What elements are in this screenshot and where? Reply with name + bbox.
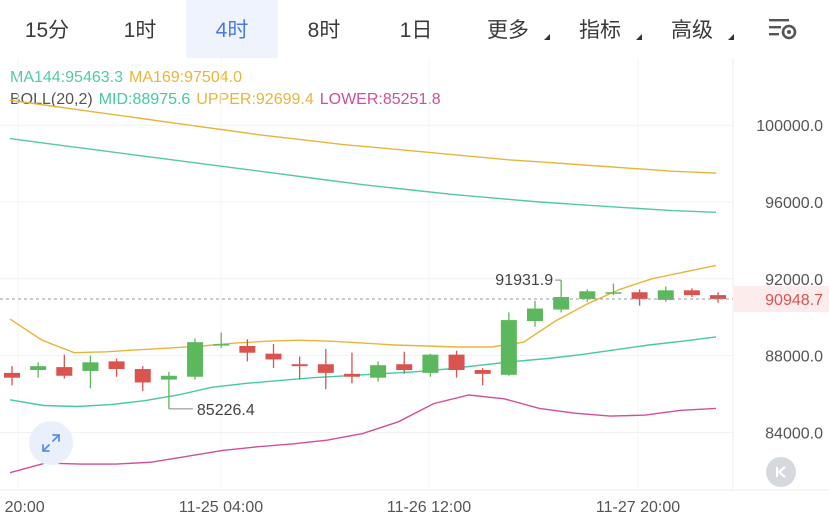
candle-body xyxy=(317,364,334,373)
y-tick-label: 84000.0 xyxy=(765,425,823,442)
x-tick-label: 11-27 20:00 xyxy=(596,499,680,516)
x-tick-label: 11-25 04:00 xyxy=(179,499,263,516)
series-line-mid xyxy=(9,336,717,408)
candle-body xyxy=(343,373,360,377)
dropdown-caret-icon xyxy=(544,34,550,40)
candle-body xyxy=(657,290,674,300)
tab-label: 1时 xyxy=(123,19,157,42)
candle-body xyxy=(527,308,543,322)
candle-body xyxy=(160,375,177,380)
tab-label: 1日 xyxy=(399,19,433,42)
series-line-lower xyxy=(9,394,717,474)
candle-body xyxy=(56,367,73,376)
tab-8h[interactable]: 8时 xyxy=(278,0,370,58)
dropdown-caret-icon xyxy=(636,34,642,40)
tab-label: 8时 xyxy=(307,19,341,42)
timeframe-tabs: 15分 1时 4时 8时 1日 更多 指标 高级 xyxy=(0,0,829,58)
tab-more[interactable]: 更多 xyxy=(462,0,554,58)
low-annotation: 85226.4 xyxy=(197,402,255,419)
candle-body xyxy=(579,291,596,299)
tab-label: 更多 xyxy=(487,19,529,42)
expand-icon[interactable] xyxy=(29,421,73,465)
series-line-ma144 xyxy=(9,137,717,213)
y-tick-label: 88000.0 xyxy=(765,349,823,366)
candle-body xyxy=(134,369,151,383)
tab-label: 指标 xyxy=(579,19,621,42)
x-tick-label: 11-26 12:00 xyxy=(387,499,471,516)
tab-15m[interactable]: 15分 xyxy=(0,0,94,58)
candle-body xyxy=(108,361,125,370)
candle-body xyxy=(500,320,517,375)
candle-body xyxy=(605,292,622,294)
candle-body xyxy=(187,342,204,377)
candle-body xyxy=(291,364,308,367)
scroll-to-latest-icon[interactable] xyxy=(766,457,796,487)
candle-body xyxy=(631,292,648,299)
tab-indicators[interactable]: 指标 xyxy=(554,0,646,58)
tab-1h[interactable]: 1时 xyxy=(94,0,186,58)
candle-body xyxy=(710,295,727,299)
x-tick-label: 3 20:00 xyxy=(0,499,45,516)
tab-4h[interactable]: 4时 xyxy=(186,0,278,58)
y-tick-label: 96000.0 xyxy=(765,195,823,212)
candle-body xyxy=(448,354,465,370)
candle-body xyxy=(239,346,256,353)
high-annotation: 91931.9 xyxy=(495,272,553,289)
candle-body xyxy=(265,353,282,360)
dropdown-caret-icon xyxy=(728,34,734,40)
series-line-ma169 xyxy=(9,99,717,174)
tab-label: 4时 xyxy=(215,19,249,42)
tab-label: 15分 xyxy=(24,19,70,42)
candle-body xyxy=(82,362,99,371)
price-chart[interactable]: 84000.088000.092000.096000.0100000.03 20… xyxy=(0,58,829,519)
last-price-tag: 90948.7 xyxy=(765,292,823,309)
candle-body xyxy=(474,370,491,374)
tab-label: 高级 xyxy=(671,19,713,42)
candle-body xyxy=(422,354,439,373)
y-tick-label: 100000.0 xyxy=(756,118,823,135)
candle-body xyxy=(370,365,387,378)
candle-body xyxy=(683,290,700,296)
tab-1d[interactable]: 1日 xyxy=(370,0,462,58)
tab-advanced[interactable]: 高级 xyxy=(646,0,738,58)
candle-body xyxy=(4,372,20,378)
chart-settings-icon[interactable] xyxy=(769,16,799,42)
candle-body xyxy=(396,364,413,370)
candle-body xyxy=(213,344,230,346)
candle-body xyxy=(30,366,47,370)
